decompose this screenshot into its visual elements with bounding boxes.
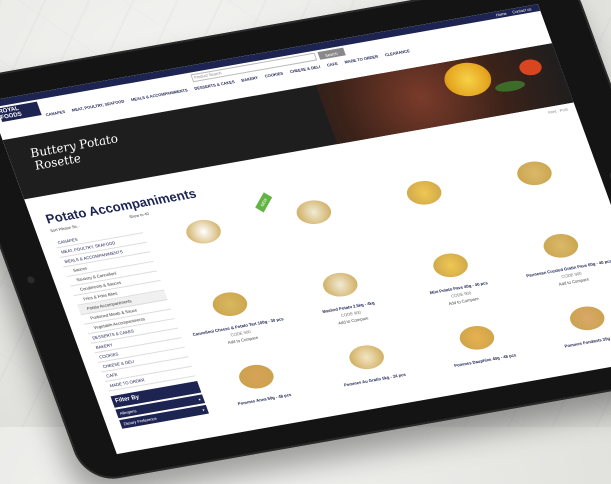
hero-title: Buttery Potato Rosette <box>28 131 121 173</box>
nav-cheese[interactable]: CHEESE & DELI <box>289 64 325 85</box>
product-card[interactable]: Parmesan Crusted Gratin Pave 60g - 40 pc… <box>503 219 611 304</box>
product-card[interactable]: Pommes Fondants 35g - 48 pcs <box>529 291 611 376</box>
nav-made-to-order[interactable]: MADE TO ORDER <box>344 54 383 75</box>
product-card[interactable]: Pommes Dauphine 40g - 48 pcs <box>419 311 546 396</box>
nav-clearance[interactable]: CLEARANCE <box>384 48 414 68</box>
food-image <box>345 342 388 372</box>
food-image <box>429 250 472 280</box>
product-card[interactable]: Pommes Au Gratin 5kg - 24 pcs <box>309 330 436 415</box>
food-image <box>513 158 556 188</box>
filter-dietary-label: Dietary Preference <box>122 415 158 427</box>
nav-canapes[interactable]: CANAPES <box>45 109 70 128</box>
food-image <box>539 231 582 261</box>
chevron-down-icon: ▾ <box>201 407 206 413</box>
nav-desserts[interactable]: DESSERTS & CAKES <box>194 79 240 101</box>
nav-cookies[interactable]: COOKIES <box>264 71 288 89</box>
food-image <box>403 178 446 208</box>
product-card[interactable]: Pommes Anna 60g - 48 pcs <box>199 350 326 435</box>
tablet-screen: Home Contact us ROYAL FOODS Product Sear… <box>0 4 611 455</box>
camera-icon <box>26 275 36 284</box>
food-pasta-image <box>439 59 497 100</box>
product-card[interactable] <box>477 146 604 231</box>
food-image <box>319 270 362 300</box>
product-card[interactable]: Mashed Potato 2.5kg - 4kg CODE 900 Add to … <box>282 258 409 343</box>
food-image <box>456 323 498 353</box>
filter-allergens-label: Allergens <box>119 408 138 416</box>
food-image <box>235 362 278 392</box>
chevron-down-icon: ▾ <box>197 396 202 402</box>
nav-cafe[interactable]: CAFE <box>326 61 342 78</box>
food-image <box>209 289 251 319</box>
product-card[interactable]: NEW <box>255 185 383 270</box>
food-herb-image <box>493 78 527 94</box>
product-card[interactable]: Cannelloni Cheese & Potato Tart 100g - 3… <box>172 277 299 362</box>
product-card[interactable] <box>146 205 273 290</box>
food-image <box>292 197 335 227</box>
home-button[interactable] <box>607 164 611 190</box>
food-image <box>566 303 609 333</box>
product-card[interactable] <box>366 166 493 251</box>
food-tomato-image <box>516 57 545 77</box>
nav-bakery[interactable]: BAKERY <box>241 75 263 93</box>
product-card[interactable]: Mini Potato Pave 40g - 40 pcs CODE 900 Add… <box>393 238 520 323</box>
food-image <box>182 217 225 247</box>
